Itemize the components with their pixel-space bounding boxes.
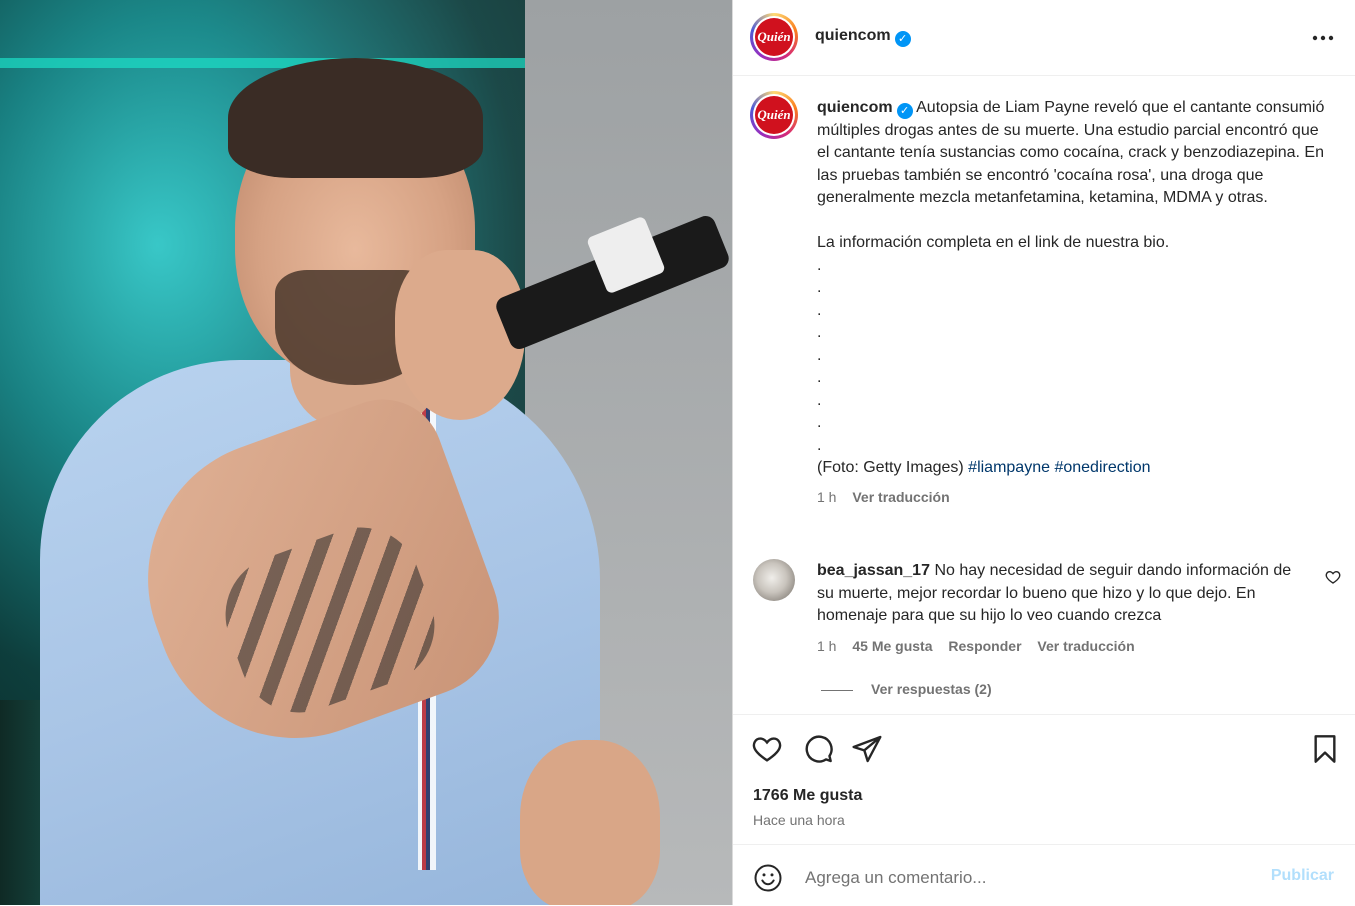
author-avatar[interactable]: Quién [750,13,798,61]
like-comment-heart-icon[interactable] [1325,569,1341,585]
caption-username[interactable]: quiencom [817,99,893,116]
post-image[interactable] [0,0,732,905]
photo-credit: (Foto: Getty Images) [817,459,964,476]
dot: . [817,436,822,454]
comment-likes[interactable]: 45 Me gusta [852,638,932,654]
author-name-row: quiencom ✓ [815,27,911,47]
view-replies-button[interactable]: Ver respuestas (2) [821,681,992,697]
add-comment-bar: Publicar [733,844,1355,906]
replies-divider [821,689,853,691]
save-bookmark-icon[interactable] [1309,733,1341,765]
dot: . [817,301,822,319]
more-options-icon[interactable] [1312,24,1334,44]
reply-button[interactable]: Responder [948,638,1021,654]
comment-input[interactable] [803,862,1267,894]
dot: . [817,324,822,341]
caption-translate-button[interactable]: Ver traducción [852,489,949,505]
comment-time[interactable]: 1 h [817,638,836,654]
publish-button[interactable]: Publicar [1271,867,1334,885]
post-actions: 1766 Me gusta Hace una hora [733,714,1355,845]
screen-edge [0,58,525,68]
caption-text-1: Autopsia de Liam Payne reveló que el can… [817,99,1325,206]
emoji-icon[interactable] [753,863,783,893]
verified-badge-icon: ✓ [896,103,913,119]
share-paper-plane-icon[interactable] [851,733,883,765]
dot: . [817,391,822,409]
brand-logo: Quién [755,96,793,134]
caption-text-2: La información completa en el link de nu… [817,234,1170,251]
hashtag-link[interactable]: #onedirection [1054,459,1150,476]
like-heart-icon[interactable] [751,733,783,765]
post-sidebar: Quién quiencom ✓ Quién quiencom ✓ Autopsia… [732,0,1355,905]
commenter-avatar[interactable] [753,559,795,601]
view-replies-label: Ver respuestas (2) [871,681,992,697]
post-time[interactable]: Hace una hora [753,812,845,828]
caption-time[interactable]: 1 h [817,489,836,505]
dot: . [817,346,822,364]
likes-count[interactable]: 1766 Me gusta [753,787,862,805]
raised-hand [520,740,660,905]
verified-badge-icon: ✓ [894,31,911,47]
post-caption: quiencom ✓ Autopsia de Liam Payne reveló … [817,97,1327,508]
dot: . [817,414,822,431]
commenter-username[interactable]: bea_jassan_17 [817,562,930,579]
hashtag-link[interactable]: #liampayne [968,459,1050,476]
hand-holding-mic [395,250,525,420]
comment-meta: 1 h 45 Me gusta Responder Ver traducción [817,638,1147,654]
caption-avatar[interactable]: Quién [750,91,798,139]
author-username[interactable]: quiencom [815,27,891,44]
comment-translate-button[interactable]: Ver traducción [1037,638,1134,654]
dot: . [817,256,822,274]
post-header: Quién quiencom ✓ [733,0,1355,76]
hair [228,58,483,178]
caption-dots: . . . . . . . . . [817,255,1327,458]
comment: bea_jassan_17 No hay necesidad de seguir… [817,560,1302,628]
brand-logo: Quién [755,18,793,56]
dot: . [817,369,822,386]
caption-meta: 1 h Ver traducción [817,486,1327,509]
comment-bubble-icon[interactable] [802,733,834,765]
dot: . [817,279,822,296]
